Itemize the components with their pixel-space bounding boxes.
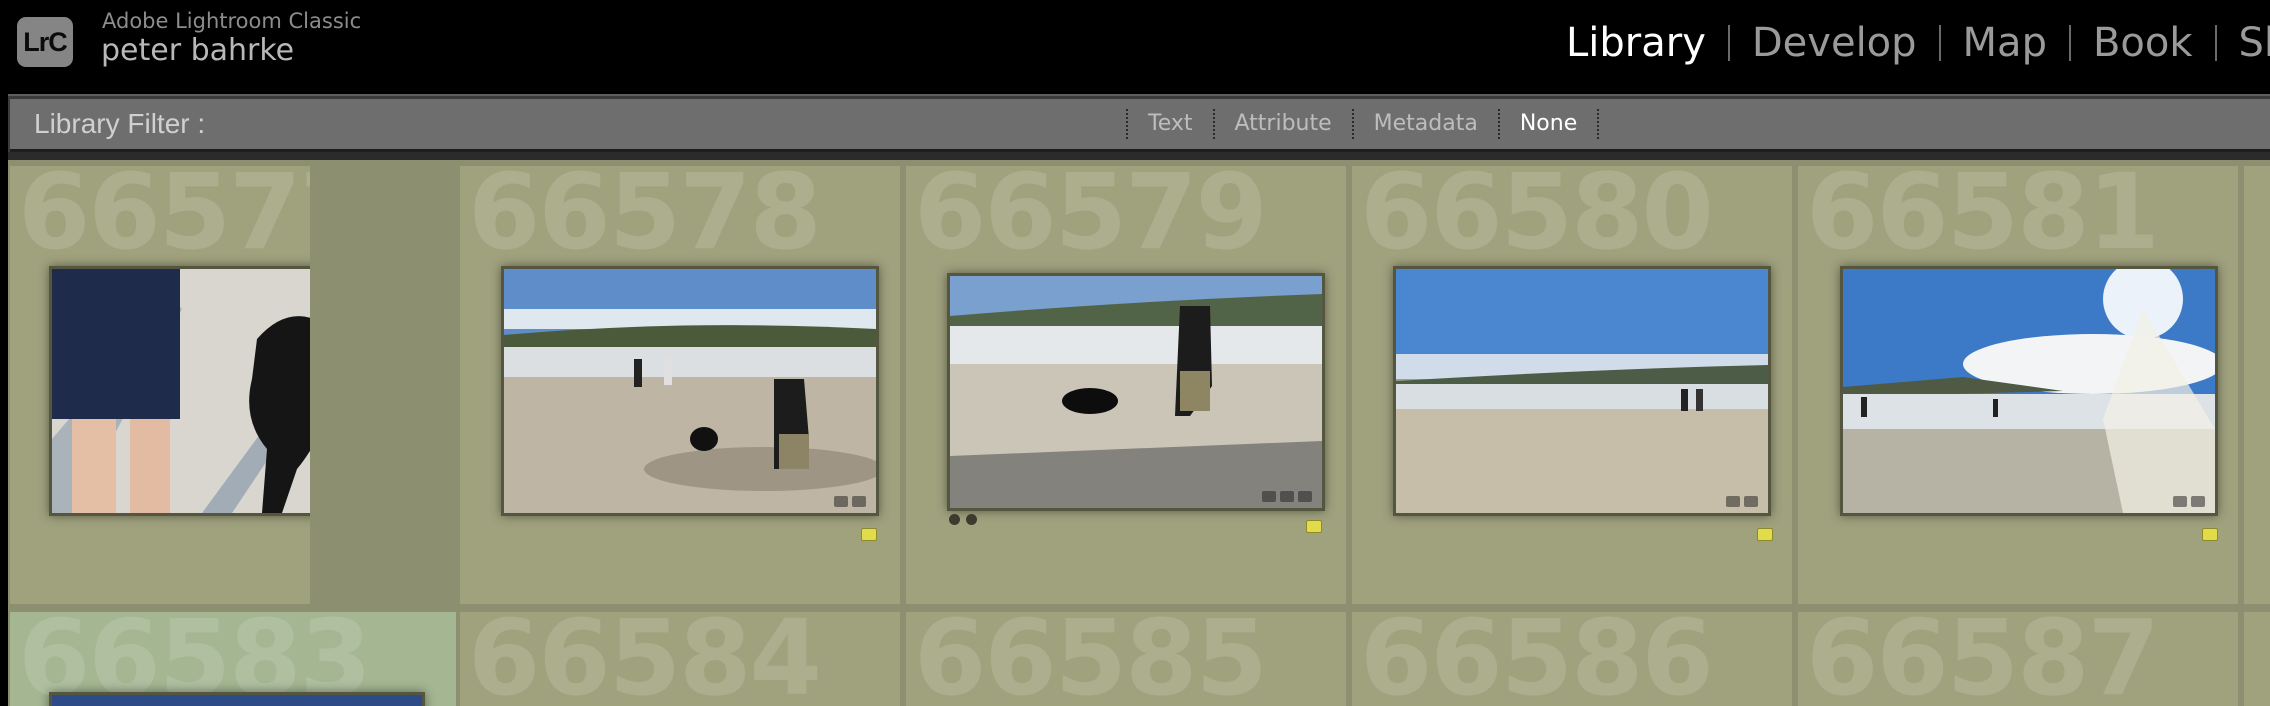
cell-index: 66579: [914, 166, 1268, 273]
module-picker: Library Develop Map Book Slide: [1566, 23, 2270, 63]
thumbnail-badges: [1726, 496, 1758, 507]
app-name: Adobe Lightroom Classic: [102, 9, 362, 33]
beach-dog-photo: [950, 276, 1322, 508]
module-divider: [2068, 25, 2071, 61]
filter-divider: [8, 152, 2270, 160]
photo-thumbnail[interactable]: [49, 266, 310, 516]
photo-thumbnail[interactable]: [947, 273, 1325, 511]
lrc-logo: LrC: [17, 17, 73, 67]
cell-index: 66587: [1806, 612, 2160, 706]
grid-cell[interactable]: [2244, 166, 2270, 604]
user-name: peter bahrke: [101, 33, 295, 68]
rating-dots[interactable]: [949, 514, 977, 525]
thumbnail-badges: [2173, 496, 2205, 507]
flag-icon[interactable]: [2202, 528, 2218, 541]
cell-index: 66585: [914, 612, 1268, 706]
module-develop[interactable]: Develop: [1752, 23, 1917, 63]
grid-cell[interactable]: 66577: [10, 166, 310, 604]
module-map[interactable]: Map: [1963, 23, 2047, 63]
thumbnail-badges: [1262, 491, 1312, 502]
flag-icon[interactable]: [861, 528, 877, 541]
flag-icon[interactable]: [1757, 528, 1773, 541]
module-library[interactable]: Library: [1566, 23, 1706, 63]
filter-tab-metadata[interactable]: Metadata: [1354, 110, 1498, 138]
photo-thumbnail[interactable]: [501, 266, 879, 516]
tab-divider: [1597, 109, 1600, 139]
cell-index: 66586: [1360, 612, 1714, 706]
cell-index: 66577: [18, 166, 310, 273]
grid-cell[interactable]: [2244, 612, 2270, 706]
module-divider: [2214, 25, 2217, 61]
cell-index: 66584: [468, 612, 822, 706]
module-divider: [1727, 25, 1730, 61]
beach-sun-photo: [1843, 269, 2215, 513]
grid-cell[interactable]: 66581: [1798, 166, 2238, 604]
library-grid: 66577 66578: [8, 160, 2270, 706]
flag-icon[interactable]: [1306, 520, 1322, 533]
logo-text: LrC: [23, 26, 67, 57]
module-divider: [1938, 25, 1941, 61]
lightroom-window: LrC Adobe Lightroom Classic peter bahrke…: [0, 0, 2270, 706]
grid-cell[interactable]: 66586: [1352, 612, 1792, 706]
filter-tab-none[interactable]: None: [1500, 110, 1597, 138]
photo-thumbnail[interactable]: [1393, 266, 1771, 516]
grid-cell[interactable]: 66579: [906, 166, 1346, 604]
module-slideshow[interactable]: Slide: [2239, 23, 2270, 63]
grid-cell[interactable]: 66587: [1798, 612, 2238, 706]
grid-cell[interactable]: 66580: [1352, 166, 1792, 604]
beach-dog-photo: [52, 269, 310, 513]
grid-cell[interactable]: 66585: [906, 612, 1346, 706]
grid-cell-selected[interactable]: 66583: [10, 612, 456, 706]
photo-thumbnail[interactable]: [49, 692, 425, 706]
photo-preview: [52, 695, 422, 706]
grid-cell[interactable]: 66578: [460, 166, 900, 604]
identity-plate: LrC Adobe Lightroom Classic peter bahrke…: [0, 0, 2270, 94]
filter-tab-text[interactable]: Text: [1128, 110, 1213, 138]
photo-thumbnail[interactable]: [1840, 266, 2218, 516]
library-filter-label: Library Filter :: [34, 108, 206, 139]
beach-dog-photo: [504, 269, 876, 513]
thumbnail-badges: [834, 496, 866, 507]
module-book[interactable]: Book: [2093, 23, 2193, 63]
grid-cell[interactable]: 66584: [460, 612, 900, 706]
cell-index: 66581: [1806, 166, 2160, 273]
filter-tabs: Text Attribute Metadata None: [1126, 109, 1600, 139]
beach-photo: [1396, 269, 1768, 513]
filter-tab-attribute[interactable]: Attribute: [1215, 110, 1352, 138]
cell-index: 66578: [468, 166, 822, 273]
library-filter-bar: Library Filter : Text Attribute Metadata…: [10, 99, 2270, 152]
cell-index: 66580: [1360, 166, 1714, 273]
